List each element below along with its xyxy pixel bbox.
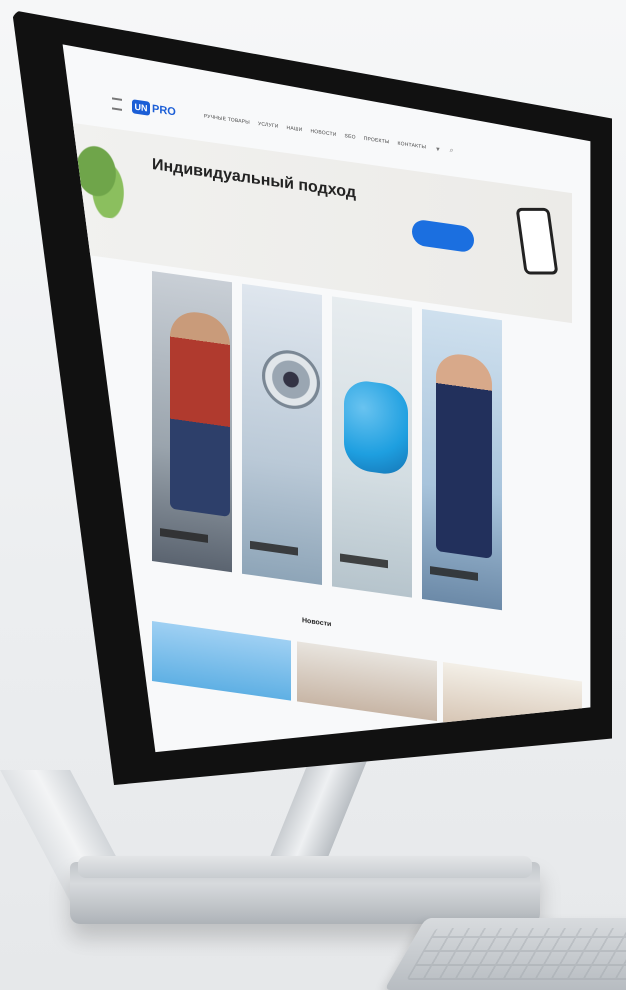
- chair-image: [344, 378, 408, 478]
- search-icon[interactable]: ⌕: [450, 147, 454, 156]
- hero-cta-button[interactable]: [412, 218, 474, 254]
- tile-card[interactable]: [422, 309, 502, 611]
- nav-link[interactable]: SEO: [345, 133, 356, 141]
- news-card[interactable]: [297, 641, 437, 722]
- tile-card[interactable]: [242, 283, 322, 585]
- keyboard-keys: [405, 928, 626, 980]
- keyboard: [384, 918, 626, 990]
- chevron-down-icon[interactable]: ▾: [436, 145, 440, 153]
- tile-card[interactable]: [332, 296, 412, 598]
- nav-link[interactable]: Ручные товары: [204, 113, 250, 125]
- tile-label: [250, 540, 298, 556]
- person-image: [170, 308, 230, 518]
- nav-link[interactable]: Проекты: [364, 136, 390, 146]
- logo-mark: UN: [132, 99, 150, 116]
- turbine-image: [262, 346, 320, 413]
- nav-links: Ручные товары Услуги Наши Новости SEO Пр…: [204, 113, 426, 150]
- nav-link[interactable]: Контакты: [398, 141, 427, 151]
- site-logo[interactable]: UN PRO: [132, 99, 176, 119]
- tile-label: [160, 528, 208, 543]
- monitor-scene: UN PRO Ручные товары Услуги Наши Новости…: [0, 0, 626, 990]
- nav-link[interactable]: Новости: [310, 128, 336, 138]
- news-title: Новости: [302, 617, 332, 629]
- tile-label: [340, 553, 388, 569]
- category-tiles: [152, 271, 502, 620]
- hero-title: Индивидуальный подход: [152, 156, 356, 202]
- tile-label: [430, 566, 478, 581]
- monitor-base-top: [78, 856, 532, 878]
- news-card[interactable]: [152, 621, 292, 701]
- tile-card[interactable]: [152, 271, 232, 573]
- menu-icon[interactable]: [112, 97, 122, 111]
- person-image: [436, 350, 492, 559]
- phone-image: [515, 207, 559, 275]
- nav-link[interactable]: Услуги: [258, 121, 279, 130]
- logo-text: PRO: [152, 103, 176, 119]
- nav-link[interactable]: Наши: [287, 125, 303, 133]
